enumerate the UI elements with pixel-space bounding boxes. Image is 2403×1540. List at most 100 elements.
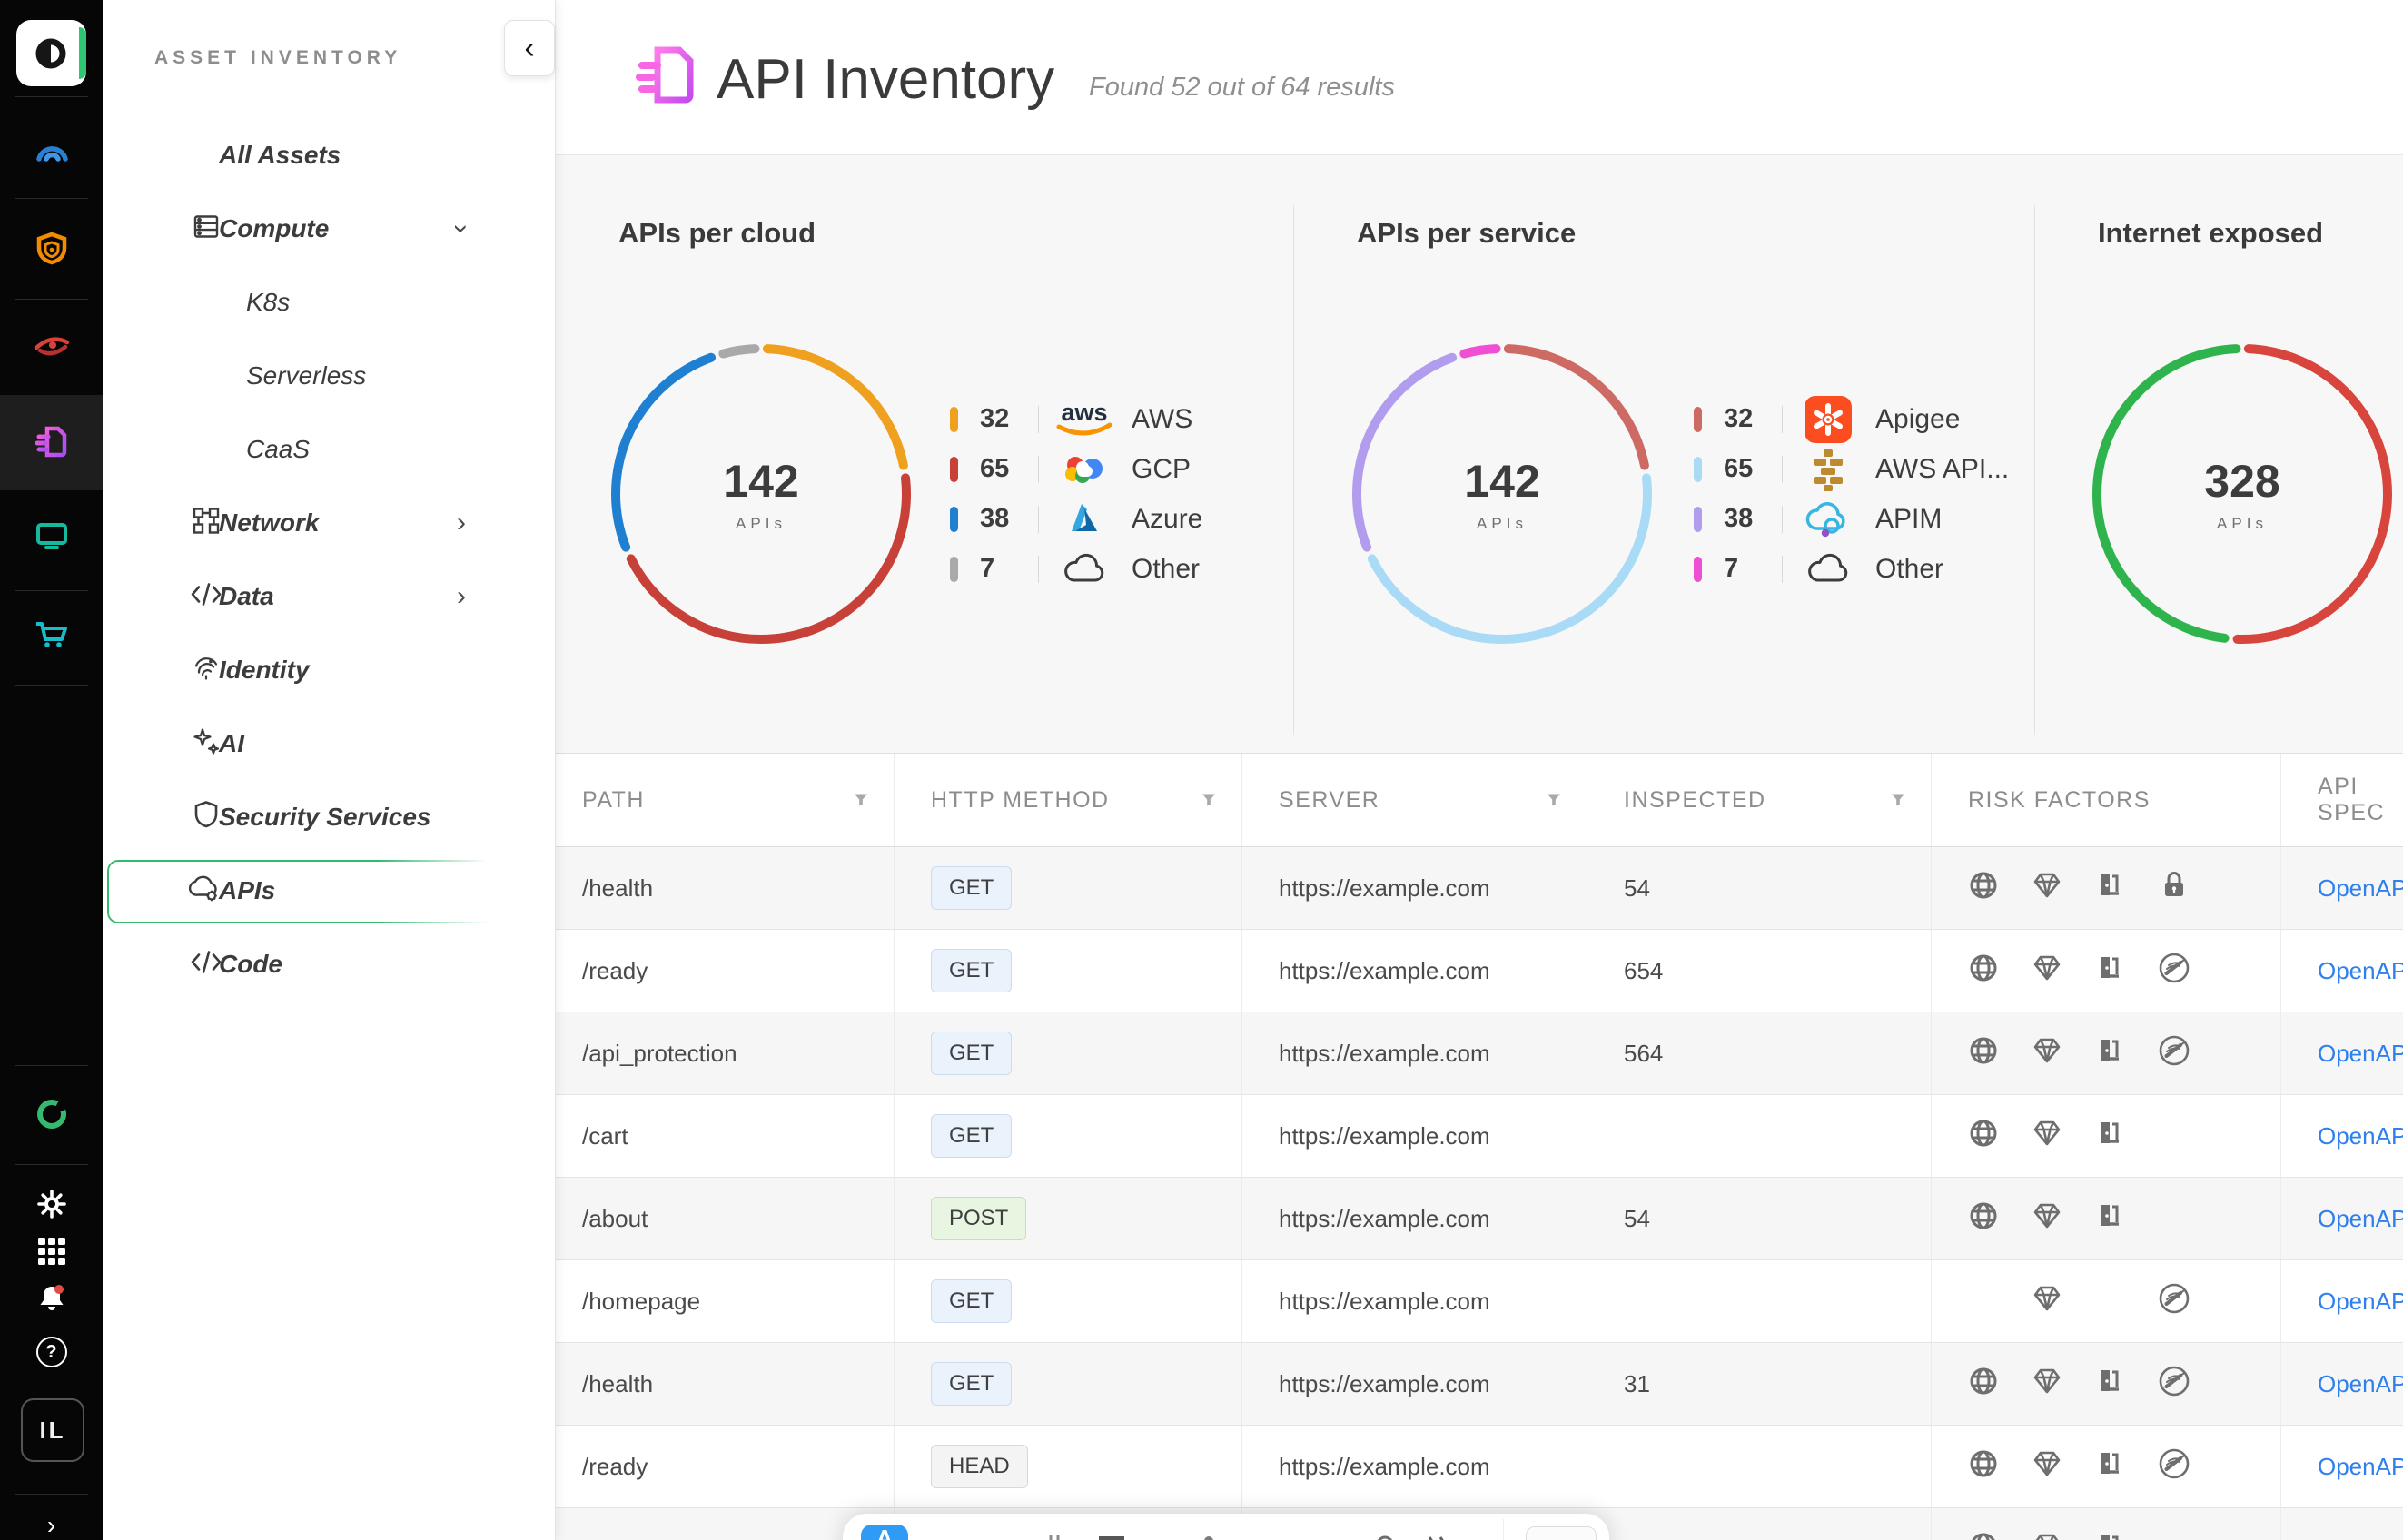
rail-item-settings[interactable]: [0, 1188, 103, 1220]
legend-color-pill: [1694, 557, 1702, 582]
sidebar-item-network[interactable]: Network›: [103, 486, 555, 559]
sidebar-item-compute[interactable]: Compute›: [103, 192, 555, 265]
rail-item-eye[interactable]: [0, 325, 103, 365]
table-icon[interactable]: [1097, 1534, 1126, 1540]
legend-row-other: 7Other: [950, 544, 1202, 594]
openapi-link[interactable]: OpenAPI: [2318, 1370, 2403, 1398]
rail-item-notifications[interactable]: [0, 1282, 103, 1315]
rail-item-help[interactable]: ?: [0, 1337, 103, 1367]
sidebar-item-identity[interactable]: Identity: [103, 633, 555, 706]
table-row[interactable]: /readyGEThttps://example.com654OpenAPI: [555, 930, 2403, 1012]
path-cell: /ready: [555, 1426, 894, 1507]
table-row[interactable]: /api_protectionGEThttps://example.com564…: [555, 1012, 2403, 1095]
legend-label: AWS API...: [1875, 454, 2009, 485]
api-doc-icon: [31, 422, 73, 464]
sidebar-item-serverless[interactable]: Serverless: [103, 339, 555, 412]
legend-label: GCP: [1132, 454, 1191, 485]
api-spec-cell: OpenAPI: [2280, 1426, 2403, 1507]
rail-expand-chevron[interactable]: ›: [0, 1511, 103, 1540]
rail-item-monitor[interactable]: [0, 516, 103, 556]
cloud-outline-icon: [1783, 552, 1874, 587]
http-method-cell: HEAD: [894, 1426, 1241, 1507]
sidebar-item-data[interactable]: Data›: [103, 559, 555, 633]
server-cell: https://example.com: [1241, 1426, 1587, 1507]
risk-factors-cell: [1931, 1343, 2280, 1425]
legend-value: 32: [1724, 404, 1782, 434]
table-row[interactable]: /aboutPOSThttps://example.com54OpenAPI: [555, 1178, 2403, 1260]
sidebar-item-k8s[interactable]: K8s: [103, 265, 555, 339]
api-table: PATH HTTP METHOD SERVER INSPECTED RISK F…: [555, 754, 2403, 1540]
rail-item-shield[interactable]: [0, 230, 103, 270]
monitor-icon: [32, 516, 72, 556]
legend-color-pill: [950, 407, 958, 432]
openapi-link[interactable]: OpenAPI: [2318, 1288, 2403, 1316]
openapi-link[interactable]: OpenAPI: [2318, 874, 2403, 903]
method-badge: GET: [931, 949, 1012, 992]
sidebar-collapse-button[interactable]: ‹: [504, 20, 555, 76]
send-icon[interactable]: [1424, 1534, 1451, 1540]
api-spec-cell: OpenAPI: [2280, 1095, 2403, 1177]
orca-logo[interactable]: [16, 20, 86, 86]
rail-item-cloud[interactable]: [0, 132, 103, 172]
table-body: /healthGEThttps://example.com54OpenAPI/r…: [555, 847, 2403, 1540]
rail-item-cart[interactable]: [0, 616, 103, 656]
gcp-logo-icon: [1039, 451, 1130, 488]
chart-legend: 32Apigee65AWS API...38APIM7Other: [1694, 394, 2009, 594]
filter-icon[interactable]: [1547, 787, 1561, 814]
table-row[interactable]: /readyHEADhttps://example.com OpenAPI: [555, 1426, 2403, 1508]
toolbar-page-box[interactable]: [1526, 1526, 1597, 1540]
openapi-link[interactable]: OpenAPI: [2318, 1205, 2403, 1233]
search-icon[interactable]: [1374, 1534, 1399, 1540]
path-cell: /cart: [555, 1095, 894, 1177]
person-icon[interactable]: [1197, 1534, 1221, 1540]
server-cell: https://example.com: [1241, 1260, 1587, 1342]
gem-icon: [2032, 1118, 2062, 1155]
http-method-cell: GET: [894, 930, 1241, 1012]
table-row[interactable]: /healthGEThttps://example.com54OpenAPI: [555, 847, 2403, 930]
results-count: Found 52 out of 64 results: [1089, 73, 1395, 103]
rail-item-apis-selected[interactable]: [0, 423, 103, 463]
risk-factors-cell: [1931, 1508, 2280, 1540]
gem-icon: [2032, 1200, 2062, 1238]
sidebar-item-code[interactable]: Code: [103, 927, 555, 1001]
logo-accent: [79, 27, 86, 79]
donut-chart: [1348, 340, 1656, 648]
filter-icon[interactable]: [1891, 787, 1905, 814]
method-badge: GET: [931, 866, 1012, 910]
rail-item-apps[interactable]: [0, 1237, 103, 1266]
user-initials-badge[interactable]: IL: [21, 1398, 84, 1462]
filter-icon[interactable]: [854, 787, 868, 814]
openapi-link[interactable]: OpenAPI: [2318, 957, 2403, 985]
door-icon: [2095, 1366, 2126, 1403]
columns-icon[interactable]: [1047, 1534, 1074, 1540]
fingerprint-icon: [191, 652, 222, 687]
globe-icon: [1968, 1366, 1999, 1403]
primary-action-icon[interactable]: A: [861, 1525, 908, 1540]
table-row[interactable]: /homepageGEThttps://example.comOpenAPI: [555, 1260, 2403, 1343]
sidebar-item-security-services[interactable]: Security Services: [103, 780, 555, 854]
openapi-link[interactable]: OpenAPI: [2318, 1040, 2403, 1068]
door-icon: [2095, 953, 2126, 990]
table-row[interactable]: /healthGEThttps://example.com31OpenAPI: [555, 1343, 2403, 1426]
path-cell: /health: [555, 1343, 894, 1425]
openapi-link[interactable]: OpenAPI: [2318, 1453, 2403, 1481]
sidebar-item-caas[interactable]: CaaS: [103, 412, 555, 486]
network-icon: [191, 505, 222, 540]
sidebar-item-apis[interactable]: APIs: [103, 854, 555, 927]
method-badge: GET: [931, 1362, 1012, 1406]
rail-item-ring[interactable]: [0, 1094, 103, 1134]
legend-row-aws-api-: 65AWS API...: [1694, 444, 2009, 494]
openapi-link[interactable]: OpenAPI: [2318, 1122, 2403, 1150]
sidebar-item-ai[interactable]: AI: [103, 706, 555, 780]
api-spec-cell: OpenAPI: [2280, 1508, 2403, 1540]
api-spec-cell: OpenAPI: [2280, 1260, 2403, 1342]
filter-icon[interactable]: [1202, 787, 1216, 814]
server-cell: https://example.com: [1241, 1095, 1587, 1177]
legend-row-other: 7Other: [1694, 544, 2009, 594]
table-row[interactable]: /cartGEThttps://example.comOpenAPI: [555, 1095, 2403, 1178]
openapi-link[interactable]: OpenAPI: [2318, 1535, 2403, 1540]
sidebar-item-label: Data: [219, 582, 274, 611]
sidebar-item-all-assets[interactable]: All Assets: [103, 118, 555, 192]
column-header-risk-factors: RISK FACTORS: [1931, 754, 2280, 846]
api-spec-cell: OpenAPI: [2280, 1343, 2403, 1425]
